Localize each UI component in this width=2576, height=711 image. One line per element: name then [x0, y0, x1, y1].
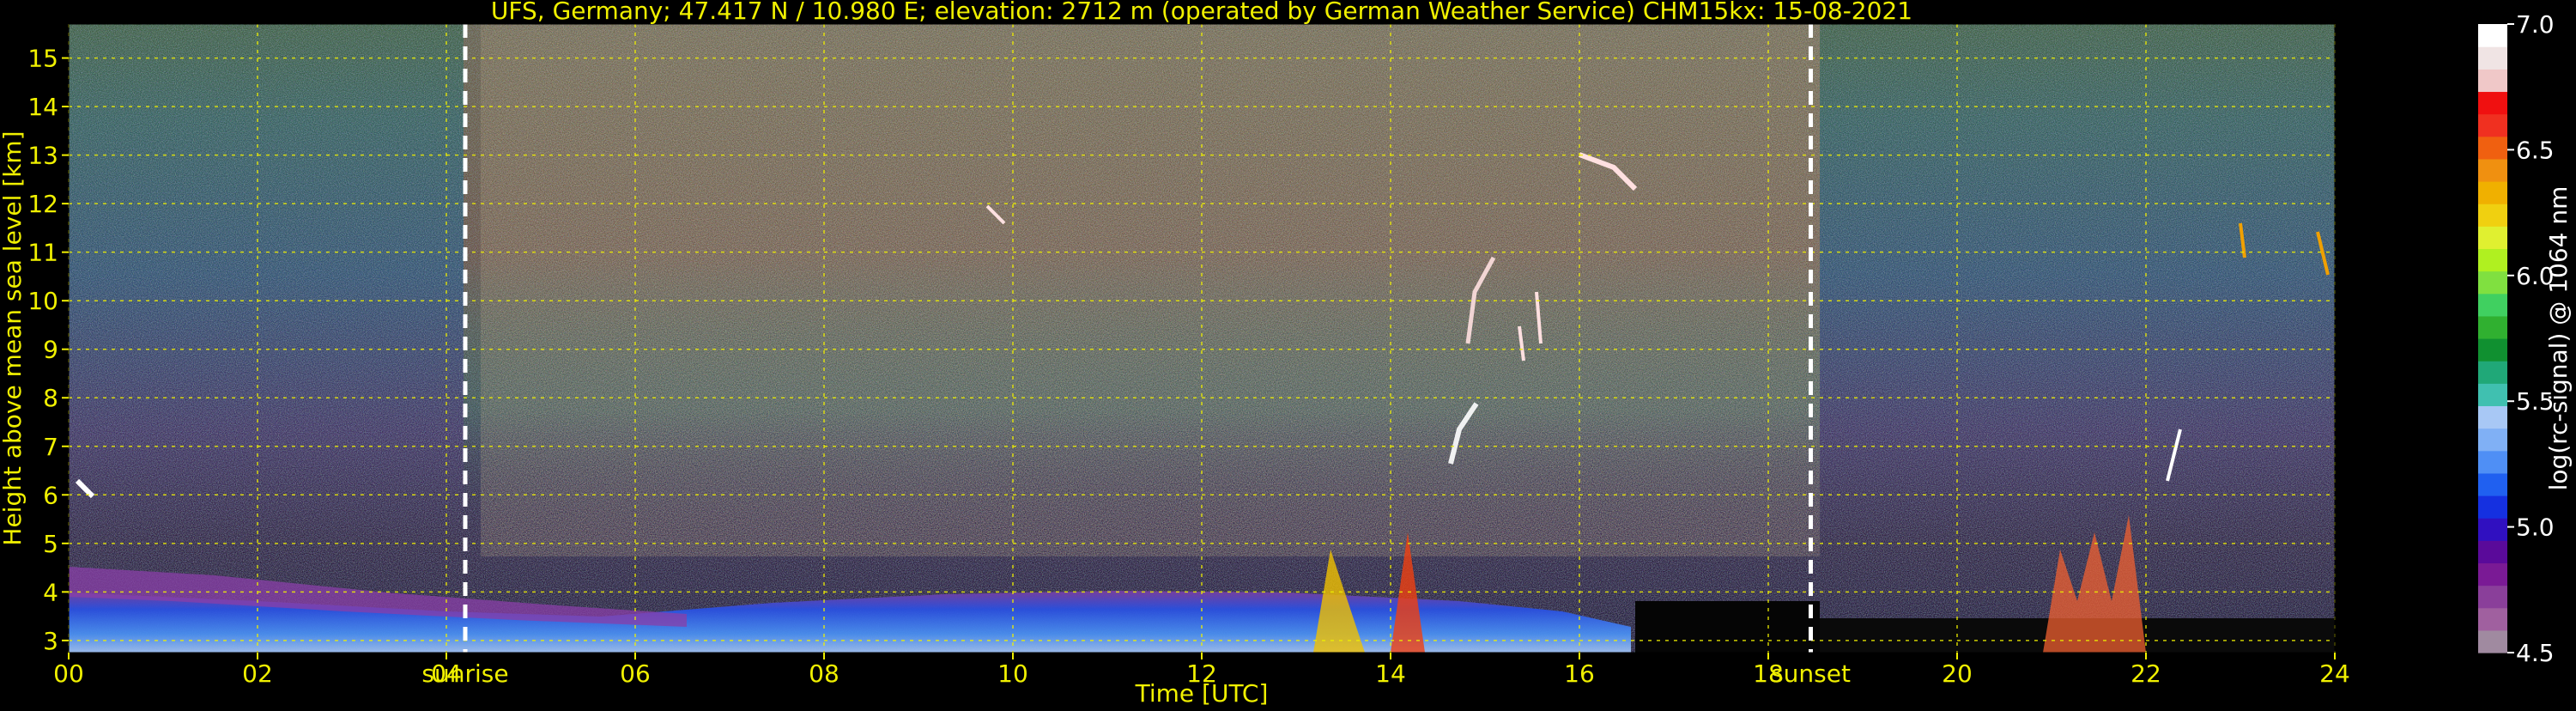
colorbar-segment: [2478, 383, 2507, 407]
colorbar-segment: [2478, 562, 2507, 586]
x-tick-label: 16: [1564, 659, 1595, 688]
colorbar-segment: [2478, 361, 2507, 384]
colorbar-segment: [2478, 495, 2507, 519]
y-axis-ticks: 3 4 5 6 7 8 9 10 11 12 13 14 15: [27, 45, 69, 655]
y-tick-label: 14: [27, 93, 58, 121]
evening-no-signal-region: [1635, 601, 1820, 653]
colorbar-segment: [2478, 338, 2507, 362]
colorbar-segment: [2478, 91, 2507, 115]
x-tick-label: 22: [2131, 659, 2161, 688]
colorbar-segment: [2478, 472, 2507, 496]
y-tick-label: 12: [27, 190, 58, 218]
y-tick-label: 9: [43, 336, 58, 364]
y-tick-label: 11: [27, 239, 58, 267]
colorbar-segment: [2478, 540, 2507, 564]
colorbar-segment: [2478, 69, 2507, 93]
x-axis-label: Time [UTC]: [1135, 679, 1269, 708]
colorbar-segment: [2478, 607, 2507, 631]
colorbar-segment: [2478, 629, 2507, 653]
x-tick-label: 00: [53, 659, 84, 688]
colorbar-tick-label: 7.0: [2516, 10, 2555, 39]
colorbar-segment: [2478, 24, 2507, 47]
y-tick-label: 6: [43, 481, 58, 509]
colorbar-segment: [2478, 315, 2507, 339]
y-tick-label: 7: [43, 433, 58, 461]
x-tick-label: 04: [431, 659, 462, 688]
colorbar-segment: [2478, 158, 2507, 182]
y-tick-label: 10: [27, 287, 58, 315]
x-tick-label: 08: [809, 659, 839, 688]
colorbar-segment: [2478, 136, 2507, 160]
y-tick-label: 13: [27, 142, 58, 170]
colorbar-segment: [2478, 518, 2507, 541]
y-tick-label: 15: [27, 45, 58, 73]
colorbar-segment: [2478, 405, 2507, 429]
y-tick-label: 8: [43, 384, 58, 412]
colorbar-segment: [2478, 181, 2507, 204]
x-tick-label: 20: [1942, 659, 1973, 688]
colorbar-segment: [2478, 46, 2507, 70]
y-axis-label: Height above mean sea level [km]: [0, 131, 27, 545]
x-tick-label: 02: [242, 659, 273, 688]
colorbar-segment: [2478, 293, 2507, 317]
colorbar-segment: [2478, 270, 2507, 295]
signal-noise-warm: [481, 24, 1820, 556]
colorbar-segment: [2478, 248, 2507, 272]
colorbar-tick-label: 4.5: [2516, 639, 2555, 667]
lidar-chart: sunrise sunset 00 02 04 06 08 10 12 14 16 18 20 22 24…: [0, 0, 2576, 708]
colorbar-tick-label: 5.0: [2516, 514, 2555, 542]
y-tick-label: 5: [43, 530, 58, 558]
colorbar: 4.55.05.56.06.57.0: [2478, 10, 2555, 667]
colorbar-segment: [2478, 585, 2507, 609]
colorbar-label: log(rc-signal) @ 1064 nm: [2544, 186, 2573, 491]
colorbar-segment: [2478, 450, 2507, 474]
chart-title: UFS, Germany; 47.417 N / 10.980 E; eleva…: [491, 0, 1912, 25]
colorbar-segment: [2478, 428, 2507, 452]
x-tick-label: 24: [2319, 659, 2350, 688]
x-tick-label: 18: [1753, 659, 1784, 688]
y-tick-label: 3: [43, 627, 58, 655]
colorbar-segment: [2478, 113, 2507, 137]
x-tick-label: 14: [1375, 659, 1406, 688]
colorbar-tick-label: 6.5: [2516, 136, 2555, 164]
y-tick-label: 4: [43, 578, 58, 606]
x-tick-label: 10: [997, 659, 1028, 688]
colorbar-segment: [2478, 204, 2507, 227]
x-tick-label: 06: [620, 659, 651, 688]
colorbar-segment: [2478, 226, 2507, 250]
